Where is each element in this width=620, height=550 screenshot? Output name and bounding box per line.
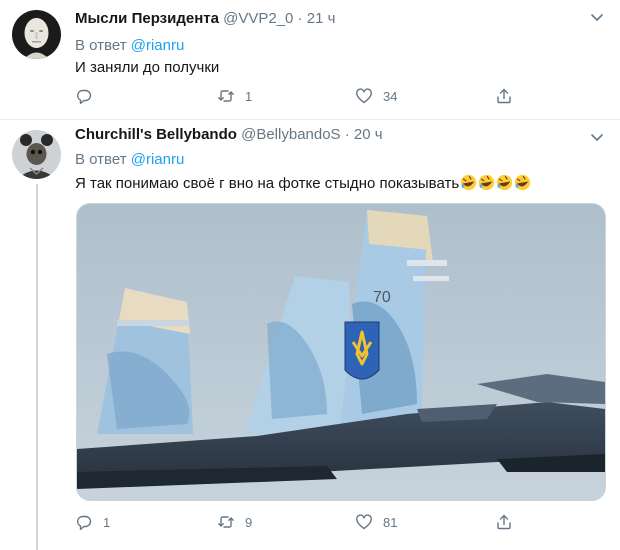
- rolling-laughing-emoji-icon: [461, 174, 477, 191]
- share-icon: [497, 88, 511, 104]
- timestamp[interactable]: 20 ч: [354, 126, 383, 143]
- reply-context: В ответ @rianru: [75, 151, 184, 168]
- thread-line: [36, 184, 38, 550]
- tweet-header: Churchill's Bellybando @BellybandoS · 20…: [75, 126, 383, 143]
- tweet-photo[interactable]: 70: [76, 203, 606, 501]
- separator-dot: ·: [344, 126, 350, 143]
- avatar[interactable]: [12, 10, 61, 59]
- avatar[interactable]: [12, 130, 61, 179]
- reply-count: 1: [103, 514, 111, 530]
- display-name[interactable]: Мысли Перзидента: [75, 10, 219, 27]
- reply-button[interactable]: 1: [75, 512, 110, 532]
- like-button[interactable]: 81: [355, 512, 397, 532]
- retweet-icon: [218, 90, 234, 102]
- user-handle[interactable]: @VVP2_0: [223, 10, 293, 27]
- rolling-laughing-emoji-icon: [497, 174, 513, 191]
- share-icon: [497, 514, 511, 530]
- chevron-down-icon[interactable]: [588, 8, 606, 26]
- tweet-header: Мысли Перзидента @VVP2_0 · 21 ч: [75, 10, 335, 27]
- like-count: 81: [383, 514, 398, 530]
- tweet-actions: 1 9 81: [75, 512, 515, 532]
- mention-link[interactable]: @rianru: [131, 37, 185, 54]
- tweet-text: Я так понимаю своё г вно на фотке стыдно…: [75, 174, 531, 192]
- rolling-laughing-emoji-icon: [479, 174, 495, 191]
- reply-button[interactable]: [75, 86, 103, 106]
- retweet-button[interactable]: 1: [217, 86, 252, 106]
- reply-prefix: В ответ: [75, 37, 127, 54]
- share-button[interactable]: [495, 512, 513, 532]
- retweet-count: 9: [245, 514, 253, 530]
- reply-icon: [77, 89, 92, 104]
- tail-number: 70: [373, 289, 391, 306]
- tweet-text: И заняли до получки: [75, 59, 220, 76]
- retweet-icon: [218, 516, 234, 528]
- user-handle[interactable]: @BellybandoS: [241, 126, 340, 143]
- tweet: Churchill's Bellybando @BellybandoS · 20…: [0, 120, 620, 550]
- separator-dot: ·: [297, 10, 303, 27]
- retweet-count: 1: [245, 88, 253, 104]
- display-name[interactable]: Churchill's Bellybando: [75, 126, 237, 143]
- reply-context: В ответ @rianru: [75, 37, 184, 54]
- mention-link[interactable]: @rianru: [131, 151, 185, 168]
- tweet-text-body: Я так понимаю своё г вно на фотке стыдно…: [75, 175, 460, 192]
- rolling-laughing-emoji-icon: [515, 174, 531, 191]
- reply-prefix: В ответ: [75, 151, 127, 168]
- chevron-down-icon[interactable]: [588, 128, 606, 146]
- like-icon: [356, 514, 372, 530]
- aircraft-photo: 70: [77, 204, 605, 500]
- like-icon: [356, 88, 372, 104]
- reply-icon: [77, 515, 92, 530]
- timestamp[interactable]: 21 ч: [307, 10, 336, 27]
- retweet-button[interactable]: 9: [217, 512, 252, 532]
- like-button[interactable]: 34: [355, 86, 397, 106]
- share-button[interactable]: [495, 86, 513, 106]
- like-count: 34: [383, 88, 398, 104]
- tweet: Мысли Перзидента @VVP2_0 · 21 ч В ответ …: [0, 0, 620, 120]
- tweet-actions: 1 34: [75, 86, 515, 106]
